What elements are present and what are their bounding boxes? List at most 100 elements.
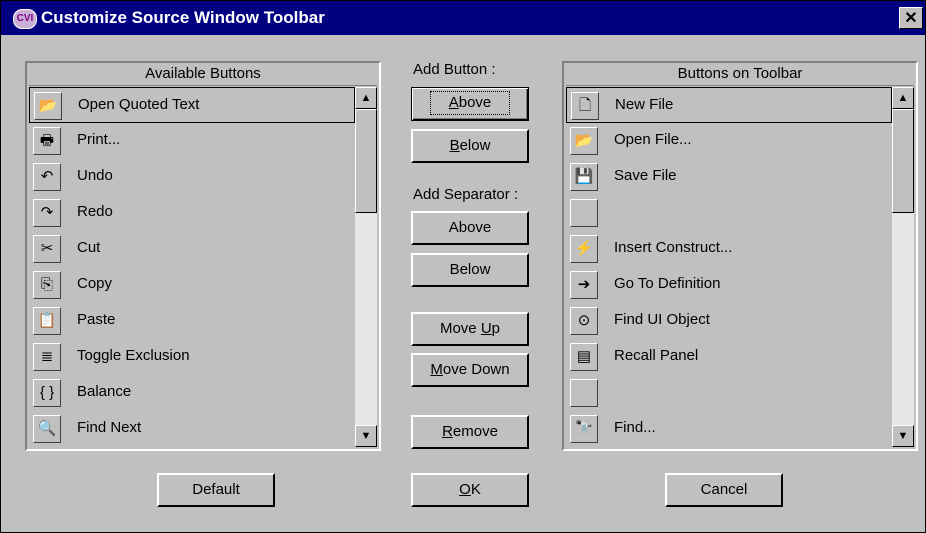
list-item-label: Insert Construct... — [614, 239, 733, 256]
list-item-label: Balance — [77, 383, 132, 400]
list-item[interactable] — [566, 375, 892, 411]
list-item[interactable]: ➔ Go To Definition — [566, 267, 892, 303]
toolbar-scrollbar[interactable]: ▲ ▼ — [892, 87, 914, 447]
toolbar-buttons-header: Buttons on Toolbar — [566, 63, 914, 86]
close-button[interactable]: ✕ — [899, 7, 923, 29]
undo-icon: ↶ — [33, 163, 61, 191]
list-item-label: Paste — [77, 311, 116, 328]
list-item[interactable]: ≣ Toggle Exclusion — [29, 339, 355, 375]
list-item[interactable]: ▤ Recall Panel — [566, 339, 892, 375]
find-ui-object-icon: ⊙ — [570, 307, 598, 335]
available-scrollbar[interactable]: ▲ ▼ — [355, 87, 377, 447]
open-quoted-text-icon: 📂 — [34, 92, 62, 120]
btn-label-post: elow — [459, 137, 491, 154]
list-item[interactable]: 💾 Save File — [566, 159, 892, 195]
btn-label-key: R — [442, 423, 453, 440]
btn-label-key: B — [449, 137, 460, 154]
scroll-down-arrow-icon[interactable]: ▼ — [892, 425, 914, 447]
default-button[interactable]: Default — [157, 473, 275, 507]
btn-label-post: p — [491, 320, 501, 337]
new-file-icon: 🗋 — [571, 92, 599, 120]
scroll-thumb[interactable] — [355, 109, 377, 213]
scroll-up-arrow-icon[interactable]: ▲ — [355, 87, 377, 109]
list-item[interactable]: 🗋 New File — [566, 87, 892, 123]
title-bar: CVI Customize Source Window Toolbar ✕ — [1, 1, 925, 35]
ok-button[interactable]: OK — [411, 473, 529, 507]
toolbar-buttons-list[interactable]: Buttons on Toolbar 🗋 New File 📂 Open File..… — [562, 61, 918, 451]
window-title: Customize Source Window Toolbar — [41, 8, 325, 27]
list-item[interactable]: 📂 Open Quoted Text — [29, 87, 355, 123]
list-item[interactable] — [566, 195, 892, 231]
add-separator-above-button[interactable]: Above — [411, 211, 529, 245]
list-item-label: Find Next — [77, 419, 142, 436]
list-item[interactable]: 📋 Paste — [29, 303, 355, 339]
btn-label-key: U — [480, 320, 492, 337]
balance-icon: { } — [33, 379, 61, 407]
find-icon: 🔭 — [570, 415, 598, 443]
list-item-label: Undo — [77, 167, 113, 184]
list-item-label: Find UI Object — [614, 311, 710, 328]
list-item[interactable]: { } Balance — [29, 375, 355, 411]
add-separator-below-button[interactable]: Below — [411, 253, 529, 287]
btn-label-post: emove — [452, 423, 498, 440]
add-button-label: Add Button : — [413, 61, 496, 78]
cut-icon: ✂ — [33, 235, 61, 263]
paste-icon: 📋 — [33, 307, 61, 335]
scroll-down-arrow-icon[interactable]: ▼ — [355, 425, 377, 447]
list-item[interactable]: 🔍 Find Next — [29, 411, 355, 447]
list-item-label: Open File... — [614, 131, 692, 148]
add-button-above-button[interactable]: Above — [411, 87, 529, 121]
scroll-up-arrow-icon[interactable]: ▲ — [892, 87, 914, 109]
list-item-label: Cut — [77, 239, 101, 256]
go-to-definition-icon: ➔ — [570, 271, 598, 299]
focus-outline: Above — [429, 91, 511, 115]
list-item-label: Redo — [77, 203, 113, 220]
list-item-label: Go To Definition — [614, 275, 721, 292]
list-item[interactable]: ⚡ Insert Construct... — [566, 231, 892, 267]
cvi-logo-icon: CVI — [13, 9, 37, 29]
cancel-button[interactable]: Cancel — [665, 473, 783, 507]
list-item-label: New File — [615, 96, 674, 113]
print-icon: 🖶 — [33, 127, 61, 155]
list-item[interactable]: ↶ Undo — [29, 159, 355, 195]
list-item-label: Copy — [77, 275, 113, 292]
list-item[interactable]: ✂ Cut — [29, 231, 355, 267]
list-item-label: Recall Panel — [614, 347, 699, 364]
btn-label-pre: Move — [439, 320, 481, 337]
btn-label-post: bove — [458, 94, 492, 111]
toolbar-buttons-rows: 🗋 New File 📂 Open File... 💾 Save File ⚡ Insert … — [566, 87, 892, 447]
find-next-icon: 🔍 — [33, 415, 61, 443]
list-item-label: Toggle Exclusion — [77, 347, 190, 364]
btn-label-key: A — [448, 94, 459, 111]
separator-icon — [570, 199, 598, 227]
available-buttons-list[interactable]: Available Buttons 📂 Open Quoted Text 🖶 Prin… — [25, 61, 381, 451]
add-separator-label: Add Separator : — [413, 186, 519, 203]
insert-construct-icon: ⚡ — [570, 235, 598, 263]
redo-icon: ↷ — [33, 199, 61, 227]
scroll-thumb[interactable] — [892, 109, 914, 213]
btn-label-key: O — [459, 481, 471, 498]
btn-label-post: K — [470, 481, 481, 498]
list-item[interactable]: ⊙ Find UI Object — [566, 303, 892, 339]
list-item[interactable]: 🔭 Find... — [566, 411, 892, 447]
toggle-exclusion-icon: ≣ — [33, 343, 61, 371]
move-up-button[interactable]: Move Up — [411, 312, 529, 346]
remove-button[interactable]: Remove — [411, 415, 529, 449]
list-item[interactable]: 🖶 Print... — [29, 123, 355, 159]
btn-label-key: M — [430, 361, 443, 378]
list-item-label: Print... — [77, 131, 121, 148]
available-buttons-rows: 📂 Open Quoted Text 🖶 Print... ↶ Undo ↷ Redo ✂ Cut… — [29, 87, 355, 447]
add-button-below-button[interactable]: Below — [411, 129, 529, 163]
list-item-label: Open Quoted Text — [78, 96, 200, 113]
open-file-icon: 📂 — [570, 127, 598, 155]
available-buttons-header: Available Buttons — [29, 63, 377, 86]
list-item[interactable]: ⎘ Copy — [29, 267, 355, 303]
save-file-icon: 💾 — [570, 163, 598, 191]
list-item[interactable]: ↷ Redo — [29, 195, 355, 231]
list-item[interactable]: 📂 Open File... — [566, 123, 892, 159]
recall-panel-icon: ▤ — [570, 343, 598, 371]
move-down-button[interactable]: Move Down — [411, 353, 529, 387]
btn-label-post: ove Down — [442, 361, 510, 378]
list-item-label: Save File — [614, 167, 677, 184]
separator-icon — [570, 379, 598, 407]
